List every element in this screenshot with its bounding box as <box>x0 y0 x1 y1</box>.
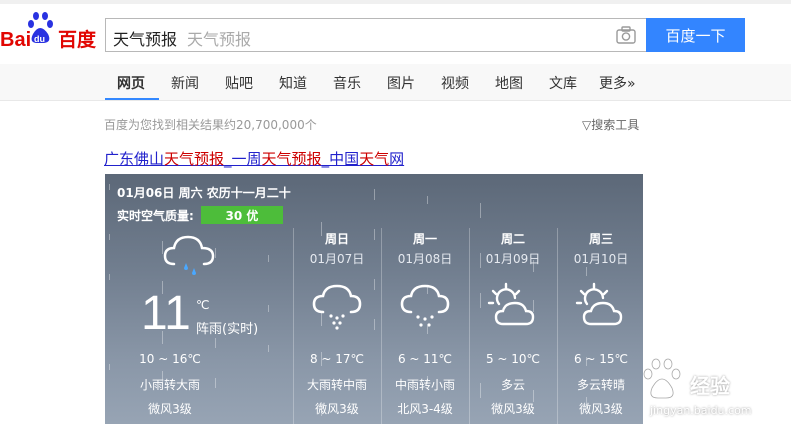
day-date: 01月08日 <box>397 252 453 266</box>
logo-text-left: Bai <box>0 29 31 51</box>
baidu-jingyan-watermark: 经验 jingyan.baidu.com <box>638 352 788 432</box>
today-wind: 微风3级 <box>148 402 192 416</box>
title-highlight: 天气预报 <box>164 150 225 168</box>
day-temp-range: 6 ~ 11℃ <box>397 352 453 366</box>
camera-icon[interactable] <box>616 26 636 44</box>
weather-card[interactable]: 01月06日 周六 农历十一月二十 实时空气质量: 30 优 11 ℃ 阵雨(实… <box>105 174 643 424</box>
title-part: 广东佛山 <box>104 150 165 168</box>
filter-icon: ▽ <box>582 118 592 132</box>
day-temp-range: 6 ~ 15℃ <box>573 352 629 366</box>
day-name: 周日 <box>324 232 349 246</box>
rain-streak <box>427 196 428 204</box>
tab-video[interactable]: 视频 <box>441 73 469 93</box>
rain-streak <box>374 189 375 200</box>
forecast-day-wed[interactable]: 周三 01月10日 6 ~ 15℃ 多云转晴 微风3级 <box>557 228 643 424</box>
search-query-text: 天气预报 <box>113 30 178 49</box>
title-highlight: 天气预报 <box>261 150 322 168</box>
day-description: 多云 <box>500 378 525 392</box>
title-highlight: 天气 <box>359 150 390 168</box>
rain-streak <box>268 255 269 262</box>
tab-music[interactable]: 音乐 <box>333 73 361 93</box>
today-description: 小雨转大雨 <box>139 378 200 392</box>
baidu-logo[interactable]: Bai du 百度 <box>0 12 100 52</box>
day-wind: 微风3级 <box>491 402 535 416</box>
weather-date-line: 01月06日 周六 农历十一月二十 <box>117 186 291 200</box>
day-name: 周三 <box>588 232 613 246</box>
rain-cloud-icon <box>400 284 450 327</box>
tab-tieba[interactable]: 贴吧 <box>225 73 253 93</box>
results-count: 百度为您找到相关结果约20,700,000个 <box>104 118 317 132</box>
rain-streak <box>480 203 481 218</box>
search-tools-button[interactable]: ▽搜索工具 <box>582 116 639 133</box>
result-title-link[interactable]: 广东佛山天气预报_一周天气预报_中国天气网 <box>104 148 404 169</box>
browser-tab-strip <box>0 0 791 4</box>
sun-cloud-icon <box>575 282 623 326</box>
tab-more[interactable]: 更多» <box>599 73 636 93</box>
logo-paw-text: du <box>34 34 45 44</box>
rain-cloud-icon <box>312 284 362 330</box>
day-description: 中雨转小雨 <box>394 378 455 392</box>
tab-news[interactable]: 新闻 <box>171 73 199 93</box>
day-wind: 微风3级 <box>579 402 623 416</box>
search-button[interactable]: 百度一下 <box>646 18 745 52</box>
active-tab-indicator <box>105 98 159 100</box>
temperature-unit: ℃ <box>196 298 210 312</box>
current-condition: 阵雨(实时) <box>196 322 259 337</box>
rain-streak <box>109 184 110 190</box>
top-bar: Bai du 百度 天气预报 天气预报 百度一下 <box>0 0 791 64</box>
logo-text-right: 百度 <box>58 28 97 51</box>
watermark-url: jingyan.baidu.com <box>650 404 752 417</box>
forecast-day-sun[interactable]: 周日 01月07日 8 ~ 17℃ 大雨转中雨 微风3级 <box>293 228 381 424</box>
day-description: 多云转晴 <box>576 378 625 392</box>
rain-streak <box>215 338 216 348</box>
tab-web[interactable]: 网页 <box>117 73 145 93</box>
vertical-tabs: 网页 新闻 贴吧 知道 音乐 图片 视频 地图 文库 更多» <box>0 64 791 101</box>
aqi-badge: 30 优 <box>201 206 283 224</box>
title-part: _一周 <box>224 150 262 168</box>
title-part: 网 <box>389 150 405 168</box>
search-tools-label: 搜索工具 <box>591 118 640 132</box>
today-temp-range: 10 ~ 16℃ <box>139 352 201 366</box>
watermark-text: 经验 <box>690 374 730 398</box>
title-part: _中国 <box>321 150 360 168</box>
day-wind: 微风3级 <box>315 402 359 416</box>
rain-streak <box>268 345 269 352</box>
day-date: 01月09日 <box>485 252 541 266</box>
day-date: 01月07日 <box>309 252 365 266</box>
day-temp-range: 8 ~ 17℃ <box>309 352 365 366</box>
rain-streak <box>109 274 110 280</box>
paw-icon <box>643 358 681 399</box>
tab-map[interactable]: 地图 <box>495 73 523 93</box>
rain-cloud-icon <box>163 235 215 275</box>
sun-cloud-icon <box>487 282 535 326</box>
day-date: 01月10日 <box>573 252 629 266</box>
search-suggestion-text: 天气预报 <box>187 30 252 49</box>
day-temp-range: 5 ~ 10℃ <box>485 352 541 366</box>
day-wind: 北风3-4级 <box>397 402 453 416</box>
tab-wenku[interactable]: 文库 <box>549 73 577 93</box>
rain-streak <box>109 234 110 240</box>
current-temperature: 11 <box>141 287 191 340</box>
day-description: 大雨转中雨 <box>306 378 367 392</box>
tab-images[interactable]: 图片 <box>387 73 415 93</box>
forecast-day-tue[interactable]: 周二 01月09日 5 ~ 10℃ 多云 微风3级 <box>469 228 557 424</box>
day-name: 周二 <box>500 232 525 246</box>
rain-streak <box>268 305 269 312</box>
day-name: 周一 <box>412 232 437 246</box>
search-input[interactable]: 天气预报 天气预报 <box>105 18 646 52</box>
forecast-day-mon[interactable]: 周一 01月08日 6 ~ 11℃ 中雨转小雨 北风3-4级 <box>381 228 469 424</box>
aqi-label: 实时空气质量: <box>117 209 194 223</box>
tab-zhidao[interactable]: 知道 <box>279 73 307 93</box>
